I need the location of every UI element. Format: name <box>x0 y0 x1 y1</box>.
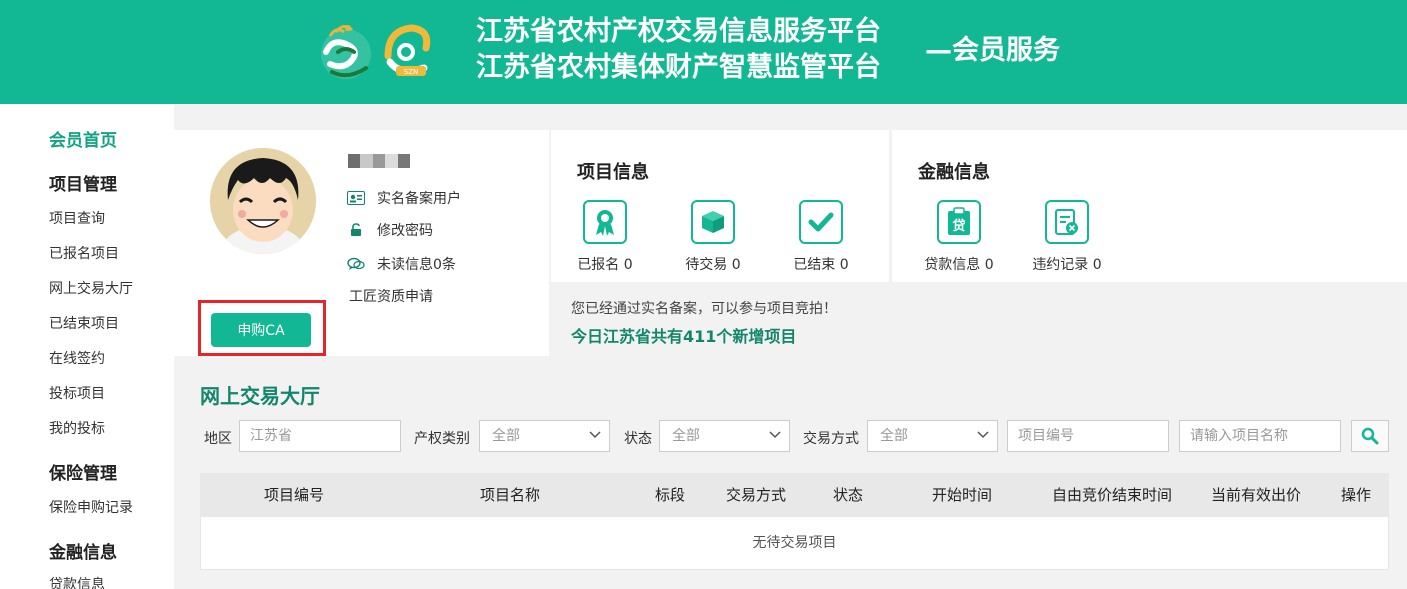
chevron-down-icon <box>769 431 781 439</box>
col-start-time: 开始时间 <box>931 486 993 504</box>
loan-icon: 贷 <box>937 200 981 244</box>
avatar-image <box>210 148 316 254</box>
trade-method-label: 交易方式 <box>803 431 859 447</box>
category-select[interactable]: 全部 <box>479 420 610 452</box>
stat-registered[interactable]: 已报名 0 <box>565 200 645 274</box>
sidebar-item-online-hall[interactable]: 网上交易大厅 <box>49 278 133 298</box>
id-card-icon <box>347 190 365 206</box>
col-section: 标段 <box>654 486 686 504</box>
col-action: 操作 <box>1340 486 1372 504</box>
chevron-down-icon <box>589 431 601 439</box>
sidebar-item-finished[interactable]: 已结束项目 <box>49 313 119 333</box>
stat-breach-record[interactable]: 违约记录 0 <box>1027 200 1107 274</box>
craftsman-qualification-link[interactable]: 工匠资质申请 <box>349 286 433 306</box>
stat-loan-info[interactable]: 贷 贷款信息 0 <box>919 200 999 274</box>
sidebar-item-insurance-records[interactable]: 保险申购记录 <box>49 497 133 517</box>
col-status: 状态 <box>832 486 864 504</box>
header-title-suffix: —会员服务 <box>925 35 1060 66</box>
empty-table-message: 无待交易项目 <box>752 535 837 551</box>
new-projects-notice[interactable]: 今日江苏省共有411个新增项目 <box>571 323 796 347</box>
sidebar-item-bid-projects[interactable]: 投标项目 <box>49 383 105 403</box>
username-masked <box>348 154 411 168</box>
ca-highlight-frame: 申购CA <box>198 300 326 356</box>
check-icon <box>799 200 843 244</box>
sidebar-item-registered[interactable]: 已报名项目 <box>49 243 119 263</box>
box-icon <box>691 200 735 244</box>
category-label: 产权类别 <box>414 431 470 447</box>
sidebar-group-finance: 金融信息 <box>49 543 117 563</box>
sidebar-item-online-sign[interactable]: 在线签约 <box>49 348 105 368</box>
project-name-input[interactable]: 请输入项目名称 <box>1179 420 1341 452</box>
svg-text:SZN: SZN <box>404 68 418 76</box>
col-current-bid: 当前有效出价 <box>1210 486 1302 504</box>
stat-finished[interactable]: 已结束 0 <box>781 200 861 274</box>
chat-icon <box>347 256 365 272</box>
chevron-down-icon <box>977 431 989 439</box>
status-select[interactable]: 全部 <box>659 420 790 452</box>
buy-ca-button[interactable]: 申购CA <box>211 313 311 347</box>
sidebar-item-project-query[interactable]: 项目查询 <box>49 208 105 228</box>
stat-pending-trade[interactable]: 待交易 0 <box>673 200 753 274</box>
change-password-link[interactable]: 修改密码 <box>347 220 433 240</box>
lock-icon <box>347 222 365 238</box>
header-title-line1: 江苏省农村产权交易信息服务平台 <box>476 16 881 47</box>
verification-notice: 您已经通过实名备案，可以参与项目竞拍！ <box>571 301 837 317</box>
region-label: 地区 <box>204 431 232 447</box>
region-input[interactable]: 江苏省 <box>239 420 401 452</box>
online-hall-title: 网上交易大厅 <box>200 384 320 408</box>
project-info-card: 项目信息 已报名 0 待交易 0 已结束 0 <box>551 130 889 282</box>
szn-logo: SZN <box>384 24 431 76</box>
verified-user: 实名备案用户 <box>347 188 461 208</box>
header-title-line2: 江苏省农村集体财产智慧监管平台 <box>476 52 881 83</box>
breach-record-icon <box>1045 200 1089 244</box>
project-code-input[interactable]: 项目编号 <box>1007 420 1169 452</box>
svg-text:贷: 贷 <box>952 218 965 234</box>
sidebar-item-my-bids[interactable]: 我的投标 <box>49 418 105 438</box>
status-label: 状态 <box>624 431 652 447</box>
col-project-code: 项目编号 <box>263 486 325 504</box>
col-trade-method: 交易方式 <box>725 486 787 504</box>
sidebar: 会员首页 项目管理 项目查询 已报名项目 网上交易大厅 已结束项目 在线签约 投… <box>0 104 174 589</box>
search-button[interactable] <box>1351 420 1389 452</box>
trade-table-body: 无待交易项目 <box>200 517 1389 570</box>
profile-card: 实名备案用户 修改密码 未读信息0条 工匠资质申请 申购CA <box>174 130 549 356</box>
platform-logo <box>321 25 371 79</box>
col-bidding-end-time: 自由竞价结束时间 <box>1051 486 1173 504</box>
sidebar-home[interactable]: 会员首页 <box>49 126 117 151</box>
trade-table-header: 项目编号 项目名称 标段 交易方式 状态 开始时间 自由竞价结束时间 当前有效出… <box>200 473 1389 517</box>
finance-info-card: 金融信息 贷 贷款信息 0 违约记录 0 <box>892 130 1407 282</box>
unread-messages-link[interactable]: 未读信息0条 <box>347 254 456 274</box>
ribbon-icon <box>583 200 627 244</box>
avatar[interactable] <box>210 148 316 254</box>
col-project-name: 项目名称 <box>479 486 541 504</box>
sidebar-group-insurance: 保险管理 <box>49 464 117 484</box>
project-info-title: 项目信息 <box>577 162 649 183</box>
sidebar-group-project: 项目管理 <box>49 175 117 195</box>
sidebar-item-loan-info[interactable]: 贷款信息 <box>49 574 105 589</box>
finance-info-title: 金融信息 <box>918 162 990 183</box>
header-banner: SZN 江苏省农村产权交易信息服务平台 江苏省农村集体财产智慧监管平台 —会员服… <box>0 0 1407 104</box>
header-titles: 江苏省农村产权交易信息服务平台 江苏省农村集体财产智慧监管平台 <box>476 14 881 86</box>
trade-method-select[interactable]: 全部 <box>867 420 998 452</box>
search-icon <box>1361 427 1379 445</box>
